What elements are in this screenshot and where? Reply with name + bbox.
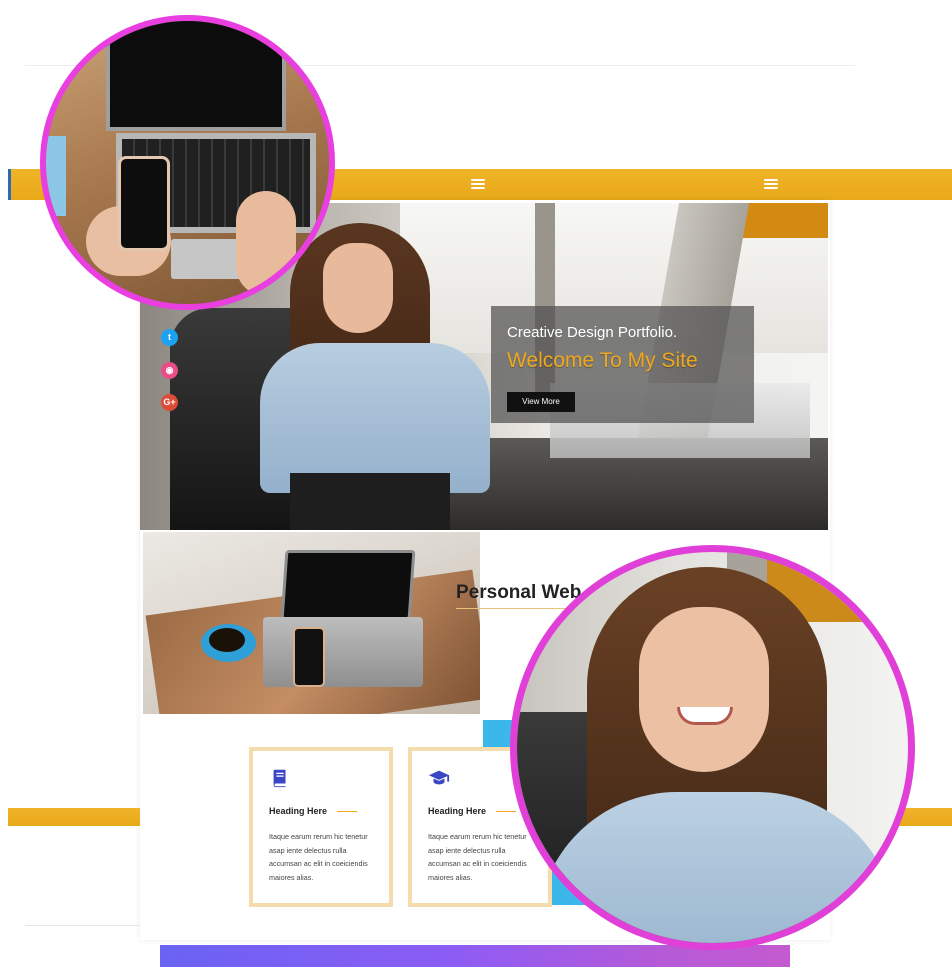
bottom-divider	[25, 925, 140, 926]
heading-rule	[337, 810, 358, 812]
service-card: Heading Here Itaque earum rerum hic tene…	[249, 747, 393, 907]
google-plus-icon[interactable]: G+	[161, 394, 178, 411]
hero-caption-box: Creative Design Portfolio. Welcome To My…	[491, 306, 754, 423]
typing-hand	[236, 191, 296, 296]
service-card-heading: Heading Here	[269, 806, 373, 816]
hero-title: Welcome To My Site	[507, 349, 698, 372]
woman-circle-photo	[510, 545, 915, 950]
laptop-circle-photo	[40, 15, 335, 310]
heading-rule	[496, 810, 517, 812]
coffee-cup	[209, 628, 245, 652]
phone	[293, 627, 325, 687]
laptop-keyboard	[263, 617, 423, 687]
hamburger-menu-icon[interactable]	[471, 177, 485, 191]
hero-woman-shirt	[260, 343, 490, 493]
service-card-heading-text: Heading Here	[428, 806, 487, 816]
book-icon	[273, 769, 286, 788]
hero-woman-face	[323, 243, 393, 333]
phone	[118, 156, 170, 251]
view-more-button[interactable]: View More	[507, 392, 575, 412]
dribbble-icon[interactable]: ◉	[161, 362, 178, 379]
about-photo	[143, 532, 480, 714]
laptop-screen	[280, 550, 416, 620]
about-heading: Personal Web	[456, 582, 582, 603]
service-card-heading-text: Heading Here	[269, 806, 328, 816]
graduation-cap-icon	[428, 770, 450, 785]
hero-subtitle: Creative Design Portfolio.	[507, 324, 678, 341]
woman-face	[639, 607, 769, 772]
sleeve	[46, 136, 66, 216]
trackpad	[171, 239, 241, 279]
gold-band-left	[8, 808, 140, 826]
hamburger-menu-icon-secondary[interactable]	[764, 177, 778, 191]
nav-strip	[8, 169, 11, 200]
service-card-text: Itaque earum rerum hic tenetur asap ient…	[269, 832, 368, 882]
screenshot-stage: t ◉ G+ Creative Design Portfolio. Welcom…	[0, 0, 952, 978]
twitter-icon[interactable]: t	[161, 329, 178, 346]
hero-woman-skirt	[290, 473, 450, 530]
laptop-screen	[106, 21, 286, 131]
